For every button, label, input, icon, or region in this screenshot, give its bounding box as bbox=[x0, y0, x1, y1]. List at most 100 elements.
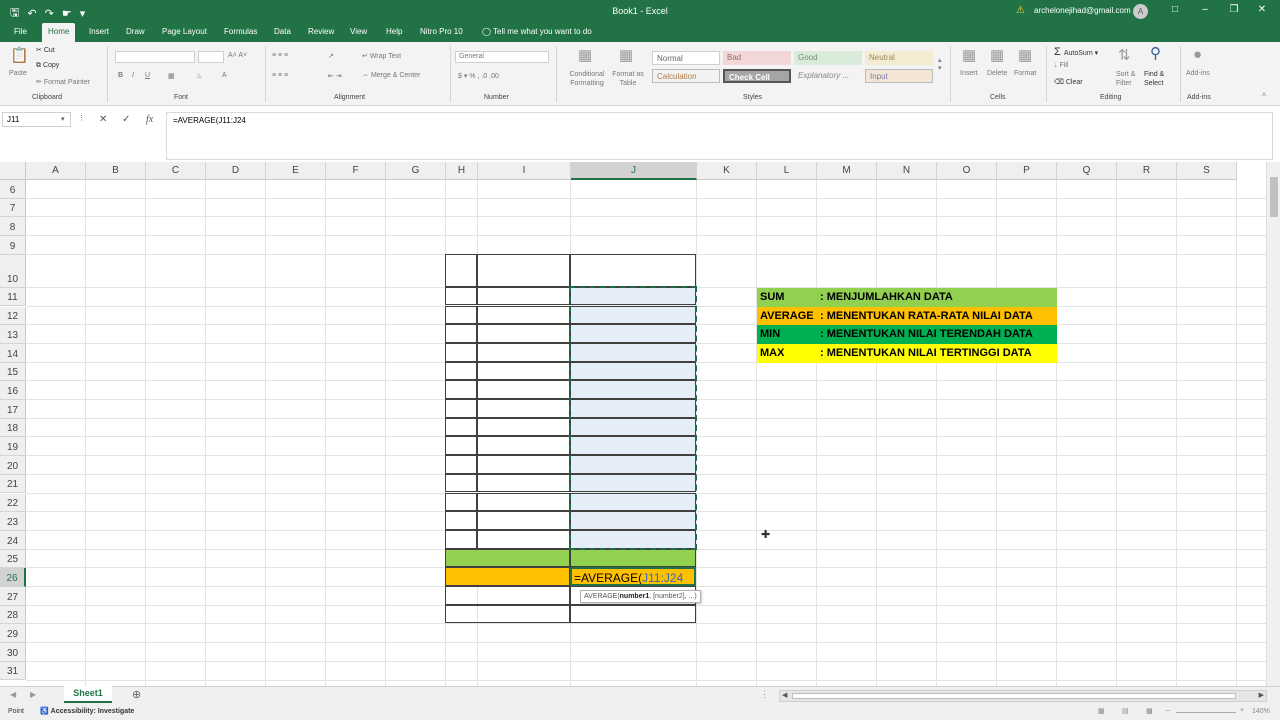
table-cell-no[interactable] bbox=[445, 399, 477, 418]
sheet-tab[interactable]: Sheet1 bbox=[64, 686, 112, 703]
row-header-29[interactable]: 29 bbox=[0, 624, 26, 644]
row-header-31[interactable]: 31 bbox=[0, 661, 26, 681]
row-header-16[interactable]: 16 bbox=[0, 381, 26, 400]
conditional-formatting-button[interactable]: Conditional Formatting bbox=[562, 70, 612, 88]
format-painter-button[interactable]: ✏ Format Painter bbox=[36, 78, 90, 86]
row-header-6[interactable]: 6 bbox=[0, 180, 26, 199]
table-cell-no[interactable] bbox=[445, 324, 477, 343]
underline-button[interactable]: U bbox=[145, 72, 150, 79]
column-header-q[interactable]: Q bbox=[1057, 162, 1117, 180]
horizontal-scrollbar[interactable]: ◀ ▶ bbox=[779, 690, 1267, 702]
merge-center-button[interactable]: ⇔ Merge & Center bbox=[362, 72, 420, 79]
customize-icon[interactable]: ▾ bbox=[80, 7, 86, 20]
style-normal[interactable]: Normal bbox=[652, 51, 720, 65]
styles-scroll-icon[interactable]: ▴ ▾ bbox=[938, 56, 942, 72]
format-cells-icon[interactable]: ▦ bbox=[1018, 46, 1032, 64]
row-header-19[interactable]: 19 bbox=[0, 437, 26, 457]
delete-cells-button[interactable]: Delete bbox=[987, 70, 1007, 77]
minimize-icon[interactable]: – bbox=[1197, 4, 1213, 15]
zoom-slider[interactable] bbox=[1176, 712, 1236, 713]
row-header-20[interactable]: 20 bbox=[0, 456, 26, 475]
font-size-box[interactable] bbox=[198, 51, 224, 63]
copy-button[interactable]: ⧉ Copy bbox=[36, 62, 59, 70]
tab-draw[interactable]: Draw bbox=[126, 27, 145, 36]
style-bad[interactable]: Bad bbox=[723, 51, 791, 65]
paste-icon[interactable]: 📋 bbox=[10, 46, 29, 64]
tab-view[interactable]: View bbox=[350, 27, 367, 36]
column-header-s[interactable]: S bbox=[1177, 162, 1237, 180]
table-cell-no[interactable] bbox=[445, 455, 477, 474]
avatar[interactable]: A bbox=[1133, 4, 1148, 19]
vertical-scroll-thumb[interactable] bbox=[1270, 177, 1278, 217]
row-header-17[interactable]: 17 bbox=[0, 400, 26, 419]
row-header-27[interactable]: 27 bbox=[0, 587, 26, 606]
tab-home[interactable]: Home bbox=[42, 23, 76, 42]
table-cell-nama[interactable] bbox=[477, 417, 570, 437]
row-header-18[interactable]: 18 bbox=[0, 418, 26, 438]
undo-icon[interactable]: ↶ bbox=[27, 7, 36, 20]
row-header-22[interactable]: 22 bbox=[0, 493, 26, 513]
column-header-l[interactable]: L bbox=[757, 162, 817, 180]
save-icon[interactable]: 🖫 bbox=[10, 4, 19, 23]
clear-button[interactable]: ⌫ Clear bbox=[1054, 78, 1083, 86]
table-cell-no[interactable] bbox=[445, 473, 477, 493]
font-grow-icon[interactable]: A˄ A˅ bbox=[228, 52, 247, 59]
table-cell-nama[interactable] bbox=[477, 529, 570, 549]
column-header-a[interactable]: A bbox=[26, 162, 86, 180]
summary-value[interactable] bbox=[570, 604, 696, 624]
table-cell-no[interactable] bbox=[445, 286, 477, 306]
row-header-10[interactable]: 10 bbox=[0, 254, 26, 288]
table-cell-no[interactable] bbox=[445, 492, 477, 512]
column-header-p[interactable]: P bbox=[997, 162, 1057, 180]
tab-nitro[interactable]: Nitro Pro 10 bbox=[420, 27, 463, 36]
table-cell-no[interactable] bbox=[445, 305, 477, 325]
italic-button[interactable]: I bbox=[132, 72, 134, 79]
zoom-in-icon[interactable]: + bbox=[1240, 707, 1244, 714]
table-cell-nama[interactable] bbox=[477, 361, 570, 381]
table-cell-no[interactable] bbox=[445, 380, 477, 399]
row-header-15[interactable]: 15 bbox=[0, 362, 26, 382]
redo-icon[interactable]: ↷ bbox=[45, 7, 54, 20]
function-tooltip[interactable]: AVERAGE(number1, [number2], ...) bbox=[580, 590, 701, 603]
cut-button[interactable]: ✂ Cut bbox=[36, 46, 55, 54]
normal-view-icon[interactable]: ▦ bbox=[1098, 707, 1105, 715]
row-header-28[interactable]: 28 bbox=[0, 605, 26, 625]
table-cell-no[interactable] bbox=[445, 436, 477, 456]
find-select-icon[interactable]: ⚲ bbox=[1150, 44, 1161, 62]
align-left-icon[interactable]: ≡ ≡ ≡ bbox=[272, 72, 288, 79]
tab-help[interactable]: Help bbox=[386, 27, 402, 36]
find-select-button[interactable]: Find & Select bbox=[1144, 70, 1176, 88]
insert-cells-icon[interactable]: ▦ bbox=[962, 46, 976, 64]
page-break-view-icon[interactable]: ▩ bbox=[1146, 707, 1153, 715]
collapse-ribbon-icon[interactable]: ˄ bbox=[1262, 92, 1266, 99]
table-cell-nama[interactable] bbox=[477, 324, 570, 343]
row-header-24[interactable]: 24 bbox=[0, 530, 26, 550]
row-header-11[interactable]: 11 bbox=[0, 287, 26, 307]
indent-icon[interactable]: ⇤ ⇥ bbox=[328, 72, 342, 80]
formula-input[interactable]: =AVERAGE(J11:J24 bbox=[166, 112, 1273, 160]
column-header-m[interactable]: M bbox=[817, 162, 877, 180]
zoom-level[interactable]: 140% bbox=[1252, 708, 1270, 715]
table-cell-nama[interactable] bbox=[477, 342, 570, 362]
column-header-g[interactable]: G bbox=[386, 162, 446, 180]
table-cell-nama[interactable] bbox=[477, 455, 570, 474]
insert-cells-button[interactable]: Insert bbox=[960, 70, 978, 77]
horizontal-scroll-thumb[interactable] bbox=[792, 693, 1236, 699]
table-cell-nama[interactable] bbox=[477, 473, 570, 493]
row-header-8[interactable]: 8 bbox=[0, 217, 26, 237]
column-header-e[interactable]: E bbox=[266, 162, 326, 180]
tab-page-layout[interactable]: Page Layout bbox=[162, 27, 207, 36]
table-cell-nama[interactable] bbox=[477, 380, 570, 399]
user-account[interactable]: archelonejihad@gmail.com bbox=[1034, 6, 1131, 15]
column-header-r[interactable]: R bbox=[1117, 162, 1177, 180]
column-header-i[interactable]: I bbox=[478, 162, 571, 180]
borders-icon[interactable]: ▦ bbox=[168, 72, 175, 80]
vertical-scrollbar[interactable] bbox=[1266, 162, 1280, 686]
enter-icon[interactable]: ✓ bbox=[122, 114, 130, 125]
sort-filter-icon[interactable]: ⇅ bbox=[1118, 46, 1131, 64]
table-cell-nama[interactable] bbox=[477, 305, 570, 325]
style-explanatory[interactable]: Explanatory ... bbox=[794, 69, 862, 83]
style-neutral[interactable]: Neutral bbox=[865, 51, 933, 65]
wrap-text-button[interactable]: ↵ Wrap Text bbox=[362, 52, 401, 60]
row-header-12[interactable]: 12 bbox=[0, 306, 26, 326]
